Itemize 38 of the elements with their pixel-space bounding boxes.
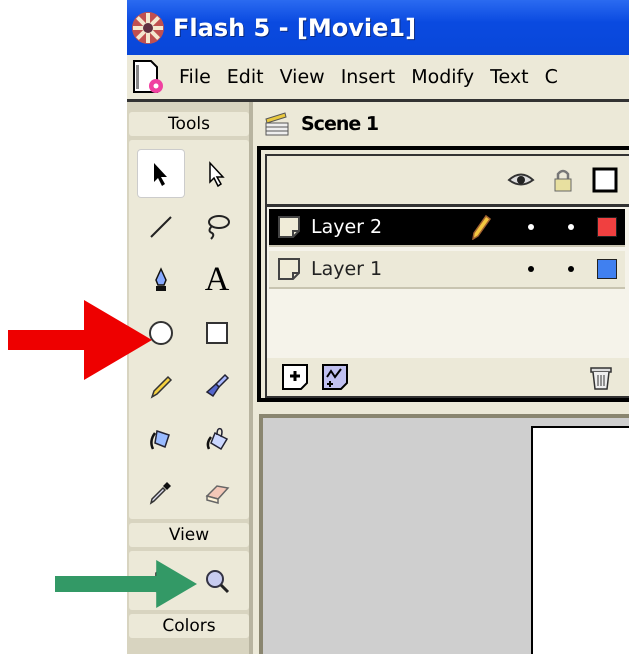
menu-item[interactable]: Text [482,66,537,88]
app-icon [131,10,165,44]
menu-item[interactable]: Modify [403,66,482,88]
scene-title: Scene 1 [301,113,378,135]
visibility-dot[interactable] [528,224,534,230]
layer-color-swatch[interactable] [597,259,617,279]
menu-item[interactable]: C [536,66,566,88]
clapperboard-icon [263,111,291,137]
arrow-tool[interactable] [138,150,184,197]
menu-item[interactable]: Insert [332,66,404,88]
layer-icon [277,257,303,281]
text-tool[interactable]: A [194,256,240,303]
layer-name: Layer 2 [311,216,382,238]
view-title: View [129,523,249,547]
brush-icon [203,372,231,400]
lock-dot[interactable] [568,224,574,230]
layer-color-swatch[interactable] [597,217,617,237]
colors-title: Colors [129,614,249,638]
layer-row[interactable]: Layer 2 [269,209,625,247]
oval-icon [147,318,175,346]
visibility-dot[interactable] [528,266,534,272]
document-icon [131,60,165,94]
add-guide-layer-button[interactable] [321,363,349,391]
outline-icon[interactable] [591,167,619,193]
window-title: Flash 5 - [Movie1] [173,14,416,42]
layer-icon [277,215,303,239]
menu-item[interactable]: File [171,66,219,88]
plus-icon [281,363,309,391]
menu-item[interactable]: View [272,66,333,88]
stage[interactable] [531,426,629,654]
text-tool-letter: A [204,262,230,296]
layer-name: Layer 1 [311,258,382,280]
menu-item[interactable]: Edit [218,66,272,88]
lock-dot[interactable] [568,266,574,272]
guide-layer-icon [321,363,349,391]
tools-title: Tools [129,112,249,136]
layer-row[interactable]: Layer 1 [269,251,625,289]
add-layer-button[interactable] [281,363,309,391]
